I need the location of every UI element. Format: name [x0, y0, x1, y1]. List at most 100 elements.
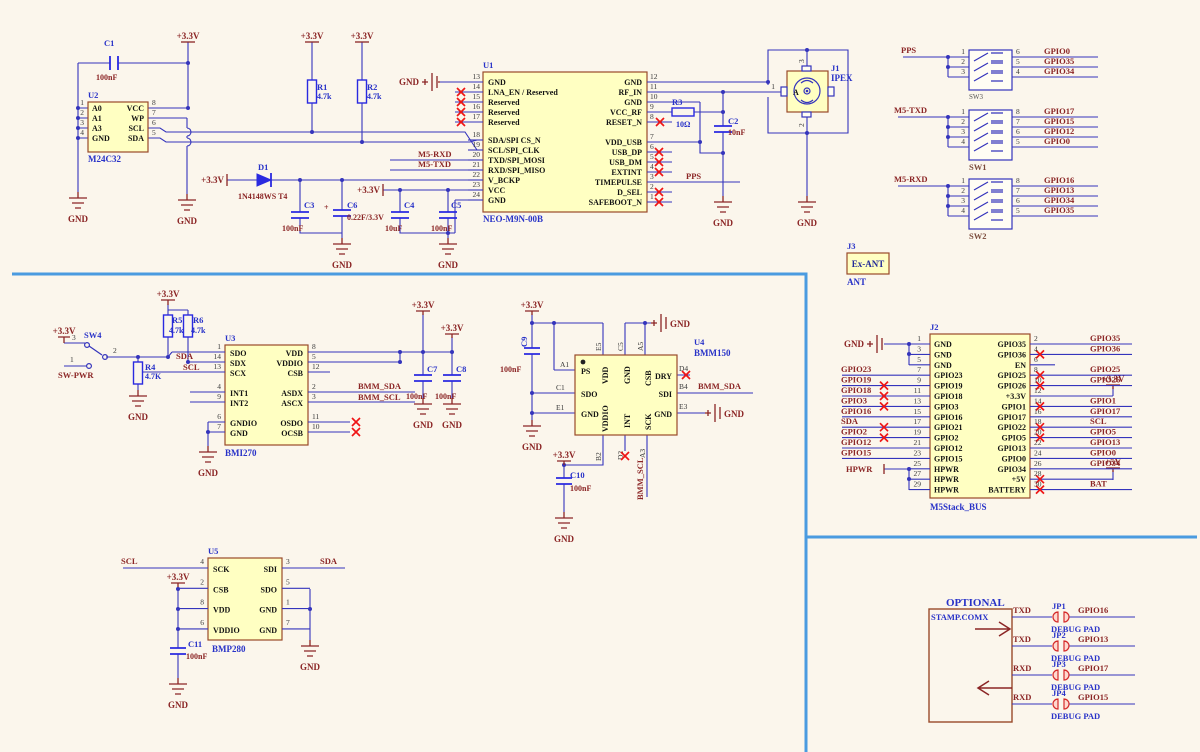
switch-sw1[interactable]: SW1 1 8 GPIO17 2 7 GPIO15 3 6 GPIO12 4 5… — [948, 106, 1098, 172]
power-3v3: +3.3V — [412, 300, 435, 315]
jumper-pad-icon[interactable] — [1053, 641, 1069, 651]
ic-name-u2: M24C32 — [88, 154, 121, 164]
power-3v3: +3.3V — [441, 323, 464, 338]
pin-number: 15 — [473, 92, 481, 101]
pin-name: GPIO5 — [1002, 434, 1026, 443]
net-label: GPIO25 — [1090, 364, 1120, 374]
pin-name: GPIO0 — [1002, 454, 1026, 463]
signal-label: TXD — [1013, 634, 1031, 644]
pin-number: 8 — [200, 598, 204, 607]
net-label: GPIO35 — [1044, 56, 1074, 66]
svg-text:C1: C1 — [104, 38, 114, 48]
pin-number: 1 — [70, 355, 74, 364]
svg-text:100nF: 100nF — [186, 652, 207, 661]
pin-number: 1 — [217, 342, 221, 351]
resistor-r2[interactable] — [358, 80, 367, 103]
net-label: GPIO12 — [841, 437, 871, 447]
pin-name: GND — [934, 340, 952, 349]
connector-j1-ipex[interactable]: A 1 3 2 J1 IPEX — [771, 59, 853, 127]
resistor-r4[interactable] — [134, 362, 143, 384]
svg-text:BMM_SCL: BMM_SCL — [635, 457, 645, 500]
svg-text:4.7K: 4.7K — [145, 372, 162, 381]
pin-number: 5 — [650, 152, 654, 161]
gnd-symbol: GND — [522, 420, 543, 452]
pin-number: 2 — [113, 346, 117, 355]
debug-pad-row[interactable]: TXD JP2 GPIO13 DEBUG PAD — [1012, 630, 1135, 663]
pin-number: 6 — [200, 618, 204, 627]
pin-number: 27 — [914, 469, 922, 478]
net-label: GPIO15 — [841, 447, 871, 457]
ic-u4-bmm150[interactable]: U4 BMM150 A1 C1 E1 PS SDO GND D4 B4 E3 D… — [556, 337, 731, 461]
debug-pad-row[interactable]: TXD JP1 GPIO16 DEBUG PAD — [1012, 601, 1135, 634]
pin-name: VDD — [601, 366, 610, 384]
ref-u5: U5 — [208, 546, 218, 556]
svg-text:4.7k: 4.7k — [367, 92, 382, 101]
ic-u1-neo-m9n[interactable]: U1 NEO-M9N-00B 13 GND 14 LNA_EN / Reserv… — [455, 60, 672, 224]
pin-name: SDO — [261, 585, 277, 594]
pin-name: GND — [654, 410, 672, 419]
pin-name: VDDIO — [213, 626, 240, 635]
pin-number: 14 — [214, 352, 222, 361]
switch-sw2[interactable]: SW2 1 8 GPIO16 2 7 GPIO13 3 6 GPIO34 4 5… — [948, 175, 1098, 241]
pin-name: GPIO2 — [934, 434, 958, 443]
svg-text:+3.3V: +3.3V — [357, 185, 380, 195]
gnd-label: GND — [442, 420, 463, 430]
optional-stamp-block[interactable]: OPTIONAL STAMP.COMX TXD JP1 GPIO16 DEBUG… — [929, 597, 1135, 722]
pin-number: 12 — [1034, 386, 1042, 395]
debug-pad-label: DEBUG PAD — [1051, 711, 1100, 721]
pin-number: 3 — [961, 127, 965, 136]
connector-j3-ant[interactable]: J3 Ex-ANT ANT — [847, 241, 889, 287]
pin-name: GND — [259, 606, 277, 615]
gnd-symbol: GND — [713, 196, 734, 228]
svg-text:C9: C9 — [519, 337, 529, 347]
gnd-label: GND — [413, 420, 434, 430]
pin-number: 7 — [217, 422, 221, 431]
debug-pad-row[interactable]: RXD JP4 GPIO15 DEBUG PAD — [1012, 688, 1135, 721]
jumper-pad-icon[interactable] — [1053, 670, 1069, 680]
pin-name: A3 — [92, 124, 102, 133]
pin-name: SCX — [230, 369, 246, 378]
pin-number: C1 — [556, 383, 565, 392]
gnd-symbol: GND — [168, 678, 189, 710]
resistor-r1[interactable] — [308, 80, 317, 103]
resistor-r3[interactable] — [672, 108, 694, 116]
pin-number: 21 — [473, 160, 481, 169]
net-label: GPIO0 — [1044, 136, 1070, 146]
pin-number: 8 — [312, 342, 316, 351]
pin-number: 6 — [650, 142, 654, 151]
pin-number: 4 — [650, 162, 654, 171]
svg-text:C3: C3 — [304, 200, 314, 210]
connector-j2-m5stack-bus[interactable]: J2 M5Stack_BUS 1 GND 3 GND 5 GND — [841, 322, 1132, 512]
pin-name: VCC — [488, 186, 506, 195]
gnd-label: GND — [399, 77, 420, 87]
pin-number: 3 — [797, 59, 806, 63]
pin-name: GND — [230, 429, 248, 438]
svg-text:M5-RXD: M5-RXD — [894, 174, 928, 184]
gnd-label: GND — [332, 260, 353, 270]
ic-u2-m24c32[interactable]: U2 M24C32 1 A0 2 A1 3 A3 4 GND 8 VCC 7 W… — [80, 90, 156, 164]
jumper-pad-icon[interactable] — [1053, 699, 1069, 709]
debug-pad-row[interactable]: RXD JP3 GPIO17 DEBUG PAD — [1012, 659, 1135, 692]
j1-center-label: A — [793, 88, 799, 97]
pin-number: 2 — [312, 382, 316, 391]
ic-u5-bmp280[interactable]: U5 BMP280 4 SCK 2 CSB 8 VDD 6 VDDIO 3 SD… — [178, 546, 310, 654]
j3-name: ANT — [847, 277, 866, 287]
switch-sw3[interactable]: SW3 1 6 GPIO0 2 5 GPIO35 3 4 GPIO34 — [948, 46, 1098, 101]
diode-d1[interactable] — [257, 173, 271, 187]
pin-number: 8 — [1016, 107, 1020, 116]
pin-number: 8 — [650, 112, 654, 121]
pin-name: RF_IN — [618, 88, 642, 97]
pin-name: VDD_USB — [605, 138, 643, 147]
pin-number: 4 — [80, 128, 84, 137]
pin-number: 1 — [286, 598, 290, 607]
pin-name: VCC_RF — [610, 108, 642, 117]
gnd-symbol: GND — [198, 446, 219, 478]
svg-text:C7: C7 — [427, 364, 438, 374]
gnd-label: GND — [522, 442, 543, 452]
pin-number: 20 — [1034, 428, 1042, 437]
svg-text:SDA: SDA — [320, 556, 338, 566]
jumper-pad-icon[interactable] — [1053, 612, 1069, 622]
svg-text:SCL: SCL — [183, 362, 200, 372]
pin-number: 13 — [214, 362, 222, 371]
pin-number: 14 — [473, 82, 481, 91]
